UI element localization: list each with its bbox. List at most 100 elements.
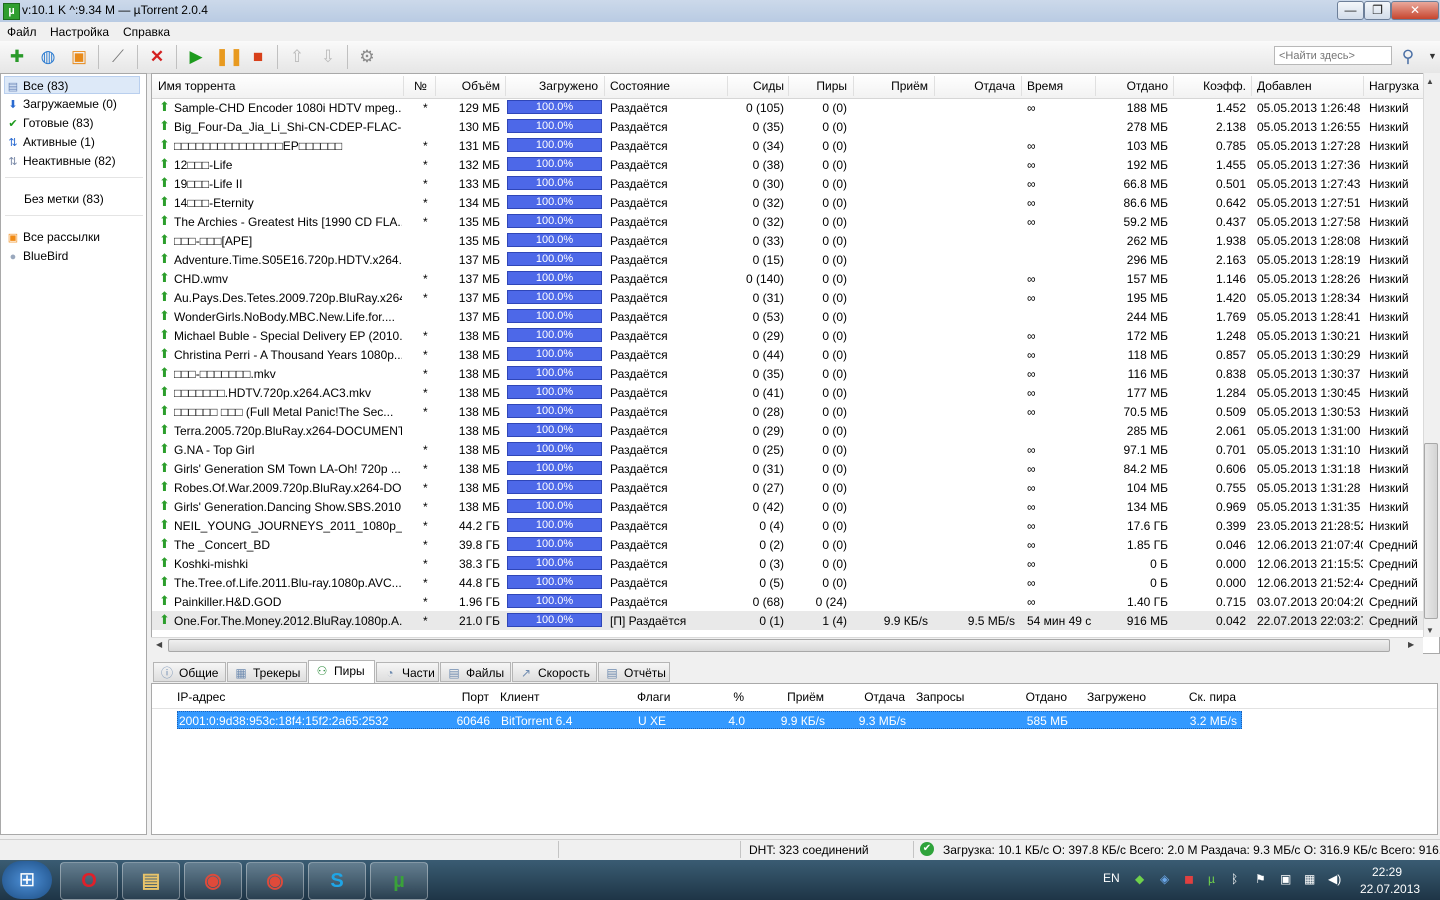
scroll-left-icon[interactable]: ◀ [156, 640, 162, 649]
peer-col-header-percent[interactable]: % [692, 690, 744, 704]
peer-col-header-downloaded[interactable]: Загружено [1072, 690, 1146, 704]
table-row[interactable]: ⬆ G.NA - Top Girl 100.0% * 138 МБ Раздаётся 0 … [152, 440, 1426, 459]
col-header-eta[interactable]: Время [1027, 79, 1063, 93]
move-down-button[interactable]: ⇩ [316, 45, 340, 69]
peer-col-header-client[interactable]: Клиент [500, 690, 540, 704]
table-row[interactable]: ⬆ Painkiller.H&D.GOD 100.0% * 1.96 ГБ Раздаёт… [152, 592, 1426, 611]
col-separator[interactable] [435, 76, 436, 96]
start-button[interactable]: ⊞ [2, 861, 52, 899]
peer-col-header-port[interactable]: Порт [432, 690, 489, 704]
tray-shield-icon[interactable]: ◈ [1160, 872, 1169, 886]
taskbar-button[interactable]: ▤ [122, 862, 180, 900]
col-separator[interactable] [604, 76, 605, 96]
col-header-uploaded[interactable]: Отдано [1100, 79, 1168, 93]
col-header-number[interactable]: № [414, 79, 427, 93]
sidebar-item-completed[interactable]: ✔ Готовые (83) [7, 114, 93, 132]
action-center-flag-icon[interactable]: ⚑ [1255, 872, 1266, 886]
col-separator[interactable] [1363, 76, 1364, 96]
search-input[interactable] [1274, 46, 1392, 65]
table-row[interactable]: ⬆ Christina Perri - A Thousand Years 1080… [152, 345, 1426, 364]
table-row[interactable]: ⬆ Big_Four-Da_Jia_Li_Shi-CN-CDEP-FLAC-...… [152, 117, 1426, 136]
menu-settings[interactable]: Настройка [50, 25, 109, 39]
taskbar-button[interactable]: O [60, 862, 118, 900]
clock-date[interactable]: 22.07.2013 [1360, 882, 1420, 896]
tab-speed[interactable]: ↗ Скорость [512, 662, 597, 682]
col-separator[interactable] [1095, 76, 1096, 96]
table-row[interactable]: ⬆ Robes.Of.War.2009.720p.BluRay.x264-DO..… [152, 478, 1426, 497]
table-row[interactable]: ⬆ CHD.wmv 100.0% * 137 МБ Раздаётся 0 (140) 0 (… [152, 269, 1426, 288]
table-row[interactable]: ⬆ 12□□□-Life 100.0% * 132 МБ Раздаётся 0 (38) 0… [152, 155, 1426, 174]
scroll-right-icon[interactable]: ▶ [1408, 640, 1414, 649]
table-row[interactable]: ⬆ 14□□□-Eternity 100.0% * 134 МБ Раздаётся 0 (… [152, 193, 1426, 212]
col-header-up-speed[interactable]: Отдача [939, 79, 1015, 93]
menu-help[interactable]: Справка [123, 25, 170, 39]
language-indicator[interactable]: EN [1103, 871, 1120, 885]
col-separator[interactable] [1173, 76, 1174, 96]
search-button[interactable]: ⚲ [1396, 45, 1420, 69]
table-row[interactable]: ⬆ Michael Buble - Special Delivery EP (20… [152, 326, 1426, 345]
table-row[interactable]: ⬆ Koshki-mishki 100.0% * 38.3 ГБ Раздаётся 0 (… [152, 554, 1426, 573]
table-row[interactable]: ⬆ NEIL_YOUNG_JOURNEYS_2011_1080p_AV... 100… [152, 516, 1426, 535]
col-header-ratio[interactable]: Коэфф. [1178, 79, 1246, 93]
horizontal-scroll-thumb[interactable] [168, 639, 1390, 652]
sidebar-item-downloading[interactable]: ⬇ Загружаемые (0) [7, 95, 117, 113]
peer-col-header-down[interactable]: Приём [752, 690, 824, 704]
chevron-down-icon[interactable]: ▼ [1428, 51, 1437, 61]
volume-icon[interactable]: ◀) [1328, 872, 1341, 886]
table-row[interactable]: ⬆ One.For.The.Money.2012.BluRay.1080p.A..… [152, 611, 1426, 630]
sidebar-item-active[interactable]: ⇅ Активные (1) [7, 133, 95, 151]
network-ok-icon[interactable]: ✔ [920, 842, 934, 856]
sidebar-item-inactive[interactable]: ⇅ Неактивные (82) [7, 152, 115, 170]
col-header-seeds[interactable]: Сиды [732, 79, 784, 93]
sidebar-item-no-label[interactable]: Без метки (83) [24, 190, 104, 208]
move-up-button[interactable]: ⇧ [285, 45, 309, 69]
table-row[interactable]: ⬆ Girls' Generation SM Town LA-Oh! 720p .… [152, 459, 1426, 478]
table-row[interactable]: ⬆ The Archies - Greatest Hits [1990 CD FL… [152, 212, 1426, 231]
vertical-scroll-thumb[interactable] [1424, 443, 1438, 619]
table-row[interactable]: ⬆ □□□□□□□□□□□□□□□EP□□□□□□ 100.0% * 131 МБ Раз… [152, 136, 1426, 155]
tray-app2-icon[interactable]: ▣ [1280, 872, 1291, 886]
table-row[interactable]: ⬆ Au.Pays.Des.Tetes.2009.720p.BluRay.x264… [152, 288, 1426, 307]
table-row[interactable]: ⬆ □□□□□□□.HDTV.720p.x264.AC3.mkv 100.0% * 13… [152, 383, 1426, 402]
add-torrent-button[interactable]: ✚ [5, 45, 29, 69]
col-separator[interactable] [934, 76, 935, 96]
table-row[interactable]: ⬆ The.Tree.of.Life.2011.Blu-ray.1080p.AVC… [152, 573, 1426, 592]
dht-status[interactable]: DHT: 323 соединений [749, 843, 869, 857]
tab-files[interactable]: ▤ Файлы [440, 662, 511, 682]
tray-app-icon[interactable]: ◆ [1135, 872, 1144, 886]
tab-logger[interactable]: ▤ Отчёты [598, 662, 670, 682]
minimize-button[interactable]: — [1337, 1, 1364, 20]
col-header-done[interactable]: Загружено [510, 79, 598, 93]
col-separator[interactable] [853, 76, 854, 96]
peer-row[interactable]: 2001:0:9d38:953c:18f4:15f2:2a65:2532 606… [177, 711, 1242, 729]
scroll-up-icon[interactable]: ▲ [1426, 77, 1434, 86]
col-separator[interactable] [1021, 76, 1022, 96]
tab-general[interactable]: ⓘ Общие [153, 662, 226, 682]
peer-col-header-uploaded[interactable]: Отдано [992, 690, 1067, 704]
table-row[interactable]: ⬆ Terra.2005.720p.BluRay.x264-DOCUMENT 100… [152, 421, 1426, 440]
peer-col-header-up[interactable]: Отдача [832, 690, 905, 704]
add-url-button[interactable]: ◍ [36, 45, 60, 69]
bluetooth-icon[interactable]: ᛒ [1231, 872, 1238, 886]
table-row[interactable]: ⬆ WonderGirls.NoBody.MBC.New.Life.for....… [152, 307, 1426, 326]
sidebar-item-all-feeds[interactable]: ▣ Все рассылки [7, 228, 100, 246]
tab-peers[interactable]: ⚇ Пиры [308, 660, 375, 684]
col-header-load[interactable]: Нагрузка [1369, 79, 1419, 93]
table-row[interactable]: ⬆ Adventure.Time.S05E16.720p.HDTV.x264...… [152, 250, 1426, 269]
taskbar-button[interactable]: S [308, 862, 366, 900]
col-separator[interactable] [403, 76, 404, 96]
table-row[interactable]: ⬆ The _Concert_BD 100.0% * 39.8 ГБ Раздаётся 0… [152, 535, 1426, 554]
scroll-down-icon[interactable]: ▼ [1426, 626, 1434, 635]
tab-trackers[interactable]: ▦ Трекеры [227, 662, 307, 682]
col-header-name[interactable]: Имя торрента [158, 79, 235, 93]
col-header-peers[interactable]: Пиры [793, 79, 847, 93]
tab-pieces[interactable]: ◔ Части [376, 662, 439, 682]
taskbar-button[interactable]: µ [370, 862, 428, 900]
col-separator[interactable] [727, 76, 728, 96]
table-row[interactable]: ⬆ Sample-CHD Encoder 1080i HDTV mpeg... 10… [152, 98, 1426, 117]
close-button[interactable]: ✕ [1391, 1, 1439, 20]
col-header-down-speed[interactable]: Приём [858, 79, 928, 93]
preferences-button[interactable]: ⚙ [355, 45, 379, 69]
peer-col-header-requests[interactable]: Запросы [916, 690, 964, 704]
menu-file[interactable]: Файл [7, 25, 37, 39]
